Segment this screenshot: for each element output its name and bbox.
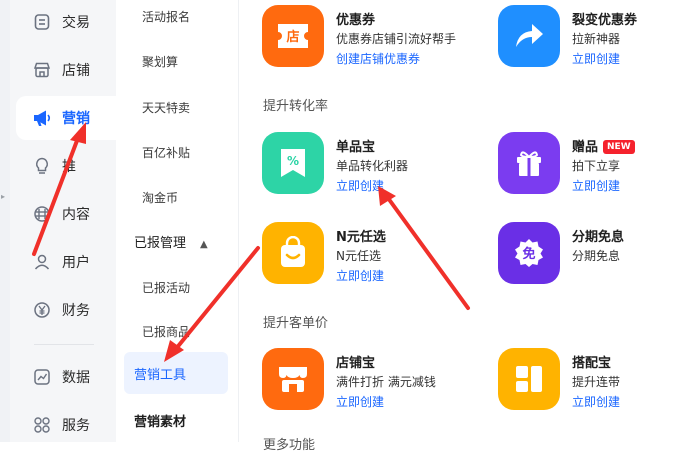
coupon-tile[interactable]: 店: [262, 5, 324, 67]
store-bao-tile[interactable]: [262, 348, 324, 410]
store-icon: [32, 60, 52, 80]
tool-desc: 满件打折 满元减钱: [336, 375, 436, 389]
tool-desc: 提升连带: [572, 375, 621, 389]
nav-item-marketing[interactable]: 营销: [16, 96, 120, 140]
tool-name: 搭配宝: [572, 356, 612, 371]
subnav-item-taojinbi[interactable]: 淘金币: [142, 189, 178, 206]
storefront-icon: [279, 367, 307, 392]
tool-name-with-badge: 赠品 NEW: [572, 136, 635, 155]
free-glyph: 免: [522, 246, 535, 262]
nav-item-content[interactable]: 内容: [16, 192, 120, 236]
tool-desc: 优惠券店铺引流好帮手: [336, 32, 457, 46]
section-title-conversion: 提升转化率: [263, 99, 329, 114]
tool-desc: 拍下立享: [572, 159, 621, 173]
subnav-item-subsidy[interactable]: 百亿补贴: [142, 144, 190, 161]
nav-item-label: 数据: [62, 370, 90, 386]
nav-item-service[interactable]: 服务: [16, 403, 120, 447]
nav-item-label: 店铺: [62, 63, 90, 79]
tool-desc: 单品转化利器: [336, 159, 409, 173]
subnav-group-registered[interactable]: 已报管理 ▲: [134, 232, 208, 251]
tool-card-installment[interactable]: 免 分期免息 分期免息: [498, 222, 700, 288]
section-title-more: 更多功能: [263, 438, 316, 453]
tool-desc: 拉新神器: [572, 32, 621, 46]
megaphone-icon: [32, 108, 52, 128]
nav-item-trade[interactable]: 交易: [16, 0, 120, 44]
create-now-link[interactable]: 立即创建: [572, 50, 620, 67]
gift-tile[interactable]: [498, 132, 560, 194]
share-arrow-icon: [516, 24, 543, 47]
chart-icon: [32, 367, 52, 387]
nav-item-store[interactable]: 店铺: [16, 48, 120, 92]
badge-flower-icon: 免: [515, 239, 543, 267]
single-item-tile[interactable]: %: [262, 132, 324, 194]
subnav-group-label: 已报管理: [134, 236, 187, 251]
tool-name: N元任选: [336, 230, 386, 245]
create-now-link[interactable]: 立即创建: [572, 177, 620, 194]
nav-item-label: 服务: [62, 418, 90, 434]
nav-item-label: 财务: [62, 303, 90, 319]
tool-name: 赠品: [572, 140, 599, 155]
create-now-link[interactable]: 立即创建: [336, 393, 384, 410]
new-badge: NEW: [603, 140, 635, 154]
section-title-order-value: 提升客单价: [263, 316, 329, 331]
nav-item-label: 营销: [62, 111, 90, 127]
nav-divider: [34, 344, 94, 345]
nav-item-finance[interactable]: 财务: [16, 288, 120, 332]
create-now-link[interactable]: 立即创建: [572, 393, 620, 410]
nav-item-label: 推: [62, 159, 76, 175]
create-now-link[interactable]: 立即创建: [336, 267, 384, 284]
subnav-item-juhuasuan[interactable]: 聚划算: [142, 53, 178, 70]
content-icon: [32, 204, 52, 224]
lightbulb-icon: [32, 156, 52, 176]
create-now-link[interactable]: 立即创建: [336, 177, 384, 194]
subnav-item-marketing-materials[interactable]: 营销素材: [134, 411, 186, 430]
subnav-item-daily-sale[interactable]: 天天特卖: [142, 99, 190, 116]
subnav-item-registered-products[interactable]: 已报商品: [142, 323, 190, 340]
fission-coupon-tile[interactable]: [498, 5, 560, 67]
collapse-arrow-icon[interactable]: ▸: [1, 192, 5, 201]
nav-item-label: 内容: [62, 207, 90, 223]
tool-name: 分期免息: [572, 230, 625, 245]
primary-nav: 交易 店铺 营销 推 内容 用户 财务 数据 服务: [10, 0, 120, 442]
ticket-glyph: 店: [286, 29, 299, 45]
layout-blocks-icon: [516, 366, 542, 392]
tool-card-store-bao[interactable]: 店铺宝 满件打折 满元减钱 立即创建: [262, 348, 482, 414]
grid-icon: [32, 415, 52, 435]
subnav-item-activity-signup[interactable]: 活动报名: [142, 8, 190, 25]
tool-name: 单品宝: [336, 140, 376, 155]
nav-item-data[interactable]: 数据: [16, 355, 120, 399]
create-coupon-link[interactable]: 创建店铺优惠券: [336, 50, 420, 67]
ledger-icon: [32, 12, 52, 32]
tool-card-bundle-bao[interactable]: 搭配宝 提升连带 立即创建: [498, 348, 700, 414]
percent-glyph: %: [287, 154, 299, 168]
nav-item-users[interactable]: 用户: [16, 240, 120, 284]
nav-item-label: 交易: [62, 15, 90, 31]
tool-name: 裂变优惠券: [572, 13, 638, 28]
bundle-bao-tile[interactable]: [498, 348, 560, 410]
ticket-icon: 店: [278, 24, 308, 48]
tool-card-coupon[interactable]: 店 优惠券 优惠券店铺引流好帮手 创建店铺优惠券: [262, 5, 482, 71]
shopping-bag-icon: [281, 236, 305, 267]
tool-desc: N元任选: [336, 249, 381, 263]
percent-tag-icon: %: [281, 149, 305, 177]
tool-card-fission-coupon[interactable]: 裂变优惠券 拉新神器 立即创建: [498, 5, 700, 71]
nav-item-label: 用户: [62, 255, 90, 271]
tool-card-single-item[interactable]: % 单品宝 单品转化利器 立即创建: [262, 132, 482, 198]
n-yuan-tile[interactable]: [262, 222, 324, 284]
subnav-item-registered-activities[interactable]: 已报活动: [142, 279, 190, 296]
chevron-up-icon: ▲: [200, 239, 208, 250]
tool-desc: 分期免息: [572, 249, 621, 263]
gift-icon: [517, 151, 541, 176]
user-icon: [32, 252, 52, 272]
subnav-item-marketing-tools[interactable]: 营销工具: [134, 364, 186, 383]
installment-tile[interactable]: 免: [498, 222, 560, 284]
nav-item-promote[interactable]: 推: [16, 144, 120, 188]
tool-name: 优惠券: [336, 13, 376, 28]
tool-card-n-yuan[interactable]: N元任选 N元任选 立即创建: [262, 222, 482, 288]
yuan-icon: [32, 300, 52, 320]
tool-name: 店铺宝: [336, 356, 376, 371]
tool-card-gift[interactable]: 赠品 NEW 拍下立享 立即创建: [498, 132, 700, 198]
